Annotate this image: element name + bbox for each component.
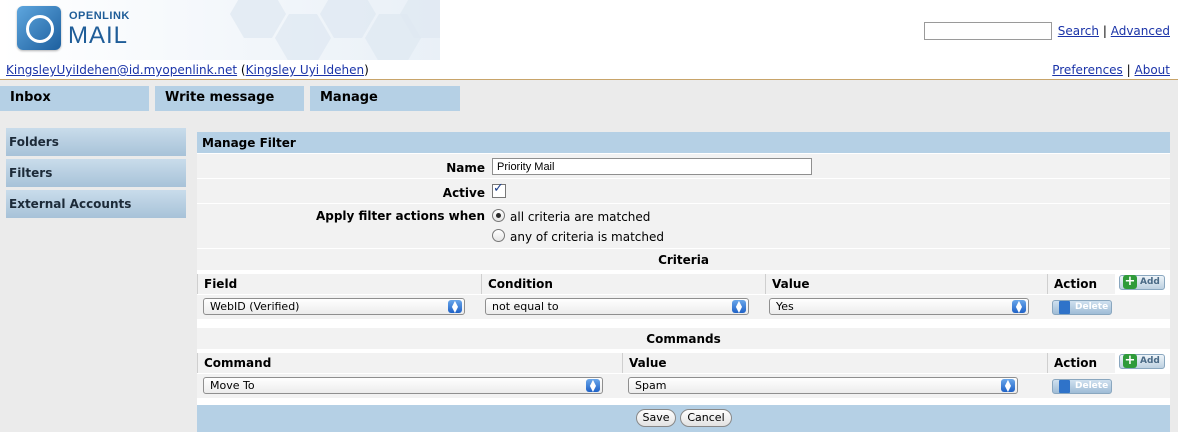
logo-banner: OPENLINK MAIL	[0, 0, 440, 60]
sidebar-item-folders[interactable]: Folders	[6, 128, 186, 156]
criteria-value-select[interactable]: Yes ▲ ▼	[769, 298, 1029, 315]
paren-close: )	[364, 63, 369, 77]
separator: |	[1102, 24, 1107, 38]
separator: |	[1126, 63, 1131, 77]
cancel-button[interactable]: Cancel	[680, 409, 732, 427]
document-delete-icon	[1059, 301, 1070, 314]
criteria-col-condition: Condition	[481, 274, 765, 294]
commands-col-command: Command	[197, 353, 622, 373]
user-identity: KingsleyUyiIdehen@id.myopenlink.net (Kin…	[6, 63, 369, 77]
delete-criteria-button[interactable]: Delete	[1052, 300, 1112, 315]
search-input[interactable]	[924, 22, 1052, 40]
add-criteria-button[interactable]: + Add	[1119, 275, 1165, 290]
preference-links: Preferences | About	[1052, 63, 1170, 77]
openlink-mail-logo-icon[interactable]	[17, 6, 61, 50]
save-button[interactable]: Save	[636, 409, 676, 427]
commands-title: Commands	[646, 332, 721, 346]
command-select[interactable]: Move To ▲ ▼	[203, 377, 603, 394]
plus-icon: +	[1123, 274, 1137, 289]
sidebar-item-filters[interactable]: Filters	[6, 159, 186, 187]
advanced-search-link[interactable]: Advanced	[1111, 24, 1170, 38]
about-link[interactable]: About	[1135, 63, 1170, 77]
preferences-link[interactable]: Preferences	[1052, 63, 1123, 77]
criteria-col-value: Value	[765, 274, 1047, 294]
updown-arrow-icon: ▲ ▼	[448, 300, 462, 314]
any-criteria-label: any of criteria is matched	[510, 230, 664, 244]
name-label: Name	[446, 161, 485, 175]
header: OPENLINK MAIL Search | Advanced Kingsley…	[0, 0, 1178, 77]
all-criteria-label: all criteria are matched	[510, 210, 651, 224]
criteria-col-action: Action	[1047, 274, 1115, 294]
command-value-select[interactable]: Spam ▲ ▼	[628, 377, 1018, 394]
active-label: Active	[442, 186, 485, 200]
criteria-field-select[interactable]: WebID (Verified) ▲ ▼	[203, 298, 465, 315]
criteria-col-field: Field	[197, 274, 481, 294]
updown-arrow-icon: ▲ ▼	[732, 300, 746, 314]
logo-text-bottom: MAIL	[68, 22, 129, 49]
user-email-link[interactable]: KingsleyUyiIdehen@id.myopenlink.net	[6, 63, 237, 77]
manage-filter-panel: Manage Filter Name Active Apply filter a…	[197, 132, 1170, 432]
logo-text-top: OPENLINK	[69, 10, 130, 22]
tab-write-message[interactable]: Write message	[155, 86, 304, 111]
search-links: Search | Advanced	[1058, 24, 1170, 38]
form-actions-bar: Save Cancel	[197, 405, 1170, 432]
updown-arrow-icon: ▲ ▼	[1012, 300, 1026, 314]
filter-name-input[interactable]	[492, 158, 812, 175]
sidebar-item-external-accounts[interactable]: External Accounts	[6, 190, 186, 218]
tab-manage[interactable]: Manage	[310, 86, 460, 111]
document-delete-icon	[1059, 380, 1070, 393]
commands-col-value: Value	[622, 353, 1047, 373]
plus-icon: +	[1123, 353, 1137, 368]
criteria-title: Criteria	[658, 253, 709, 267]
delete-command-button[interactable]: Delete	[1052, 379, 1112, 394]
all-criteria-radio[interactable]	[492, 209, 505, 222]
tab-inbox[interactable]: Inbox	[0, 86, 149, 111]
add-command-button[interactable]: + Add	[1119, 354, 1165, 369]
user-name-link[interactable]: Kingsley Uyi Idehen	[246, 63, 364, 77]
commands-col-action: Action	[1047, 353, 1115, 373]
active-checkbox[interactable]	[492, 181, 506, 198]
apply-label: Apply filter actions when	[315, 209, 485, 223]
main-nav: Inbox Write message Manage	[0, 80, 1178, 126]
updown-arrow-icon: ▲ ▼	[1001, 379, 1015, 393]
any-criteria-radio[interactable]	[492, 229, 505, 242]
criteria-condition-select[interactable]: not equal to ▲ ▼	[485, 298, 749, 315]
search-link[interactable]: Search	[1058, 24, 1099, 38]
panel-title: Manage Filter	[197, 132, 1170, 153]
updown-arrow-icon: ▲ ▼	[586, 379, 600, 393]
